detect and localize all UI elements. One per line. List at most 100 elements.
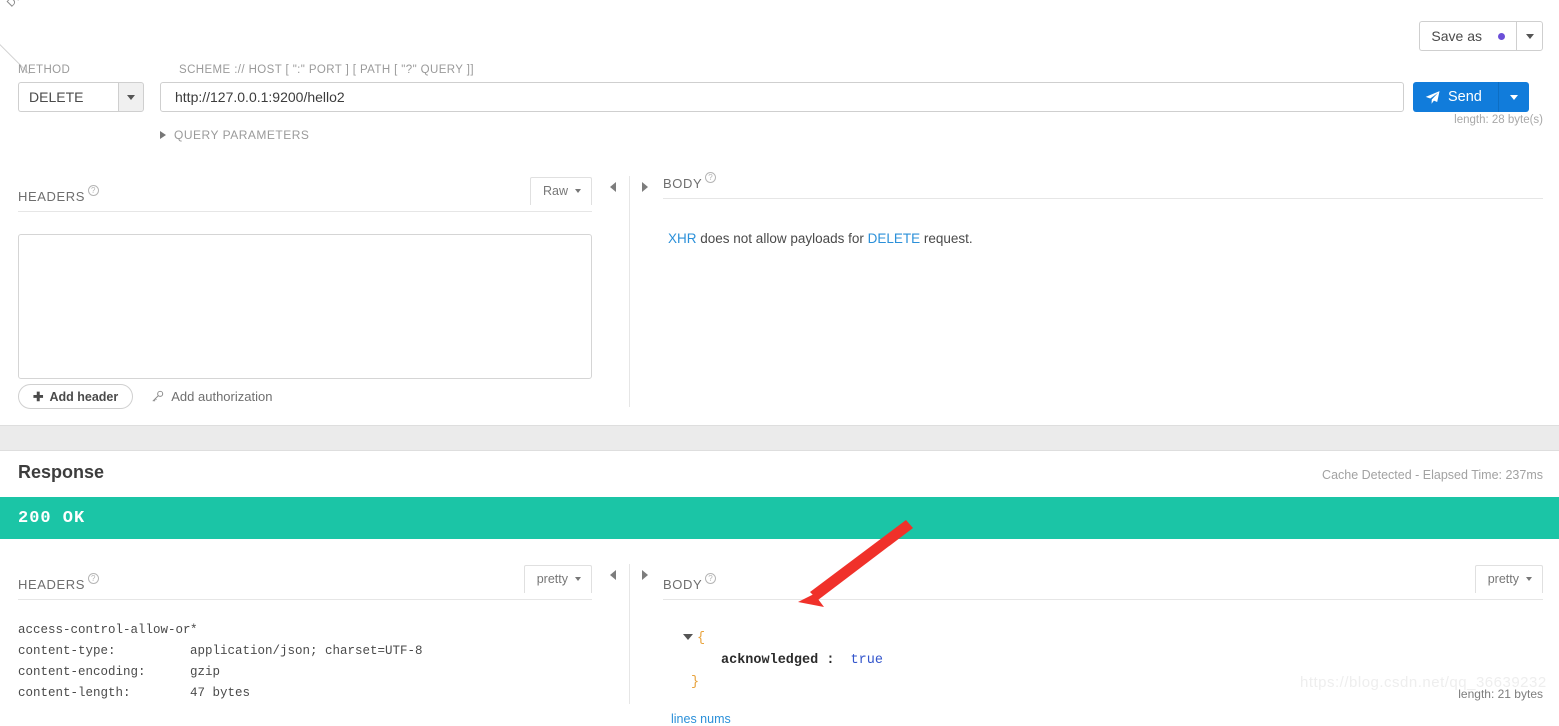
response-body-mode-button[interactable]: pretty [1475,565,1543,593]
response-status-text: 200 OK [18,509,85,528]
response-header-value: * [190,620,198,641]
xhr-payload-note: XHR does not allow payloads for DELETE r… [668,231,1543,246]
response-header-key: access-control-allow-ori… [18,620,190,641]
xhr-link[interactable]: XHR [668,231,697,246]
plus-icon: ✚ [33,389,43,404]
response-headers-title-group: HEADERS ? [18,577,99,592]
json-key: acknowledged [721,653,818,668]
response-body-panel: BODY ? pretty { acknowledged : true } li… [663,564,1543,726]
url-format-label: SCHEME :// HOST [ ":" PORT ] [ PATH [ "?… [179,64,474,76]
send-button[interactable]: Send [1413,82,1499,112]
save-as-label: Save as [1431,28,1482,44]
xhr-note-suffix: request. [920,231,973,246]
collapse-right-icon[interactable] [642,182,648,192]
add-authorization-label: Add authorization [171,389,272,404]
request-body-header: BODY ? [663,176,1543,199]
json-open-brace: { [697,631,705,646]
delete-method-link[interactable]: DELETE [868,231,921,246]
request-headers-textarea[interactable] [18,234,592,379]
chevron-down-icon [575,577,581,581]
unsaved-dot-icon [1498,33,1505,40]
response-headers-mode-button[interactable]: pretty [524,565,592,593]
help-icon[interactable]: ? [705,573,716,584]
response-body-title-group: BODY ? [663,577,716,592]
paper-plane-icon [1425,90,1440,105]
response-body-header: BODY ? pretty [663,564,1543,600]
collapse-left-icon[interactable] [610,182,616,192]
request-body-title: BODY [663,176,702,191]
cache-elapsed-info: Cache Detected - Elapsed Time: 237ms [1322,468,1543,482]
add-authorization-button[interactable]: Add authorization [151,389,272,404]
response-header-key: content-type: [18,641,190,662]
response-header-row: access-control-allow-ori…* [18,620,592,641]
help-icon[interactable]: ? [88,185,99,196]
request-body-title-group: BODY ? [663,176,716,191]
draft-ribbon: DRAFT [0,0,74,74]
send-dropdown-button[interactable] [1499,82,1529,112]
save-as-button[interactable]: Save as [1419,21,1516,51]
method-dropdown-button[interactable] [118,82,144,112]
response-headers-header: HEADERS ? pretty [18,564,592,600]
request-headers-title: HEADERS [18,189,85,204]
response-headers-table: access-control-allow-ori…*content-type:a… [18,620,592,704]
json-close-line: } [683,672,1543,694]
chevron-down-icon [575,189,581,193]
response-body-mode-label: pretty [1488,572,1519,586]
request-headers-mode-label: Raw [543,184,568,198]
response-headers-title: HEADERS [18,577,85,592]
add-header-label: Add header [49,390,118,404]
request-actions: ✚ Add header Add authorization [18,384,272,409]
json-close-brace: } [691,675,699,690]
response-body-title: BODY [663,577,702,592]
response-headers-panel: HEADERS ? pretty access-control-allow-or… [18,564,592,704]
response-headers-mode-label: pretty [537,572,568,586]
method-select[interactable]: DELETE [18,82,144,112]
request-headers-header: HEADERS ? Raw [18,176,592,212]
xhr-note-middle: does not allow payloads for [697,231,868,246]
response-header-value: application/json; charset=UTF-8 [190,641,423,662]
send-group: Send [1413,82,1529,112]
json-colon: : [826,653,834,668]
help-icon[interactable]: ? [88,573,99,584]
response-header-row: content-encoding:gzip [18,662,592,683]
json-open-line: { [683,628,1543,650]
response-title: Response [18,462,104,483]
chevron-down-icon [127,95,135,100]
collapse-left-icon[interactable] [610,570,616,580]
panel-divider [629,564,630,704]
response-json-viewer: { acknowledged : true } [683,628,1543,694]
chevron-down-icon [1510,95,1518,100]
chevron-right-icon [160,131,166,139]
request-headers-panel: HEADERS ? Raw [18,176,592,384]
response-header-key: content-length: [18,683,190,704]
query-parameters-label: QUERY PARAMETERS [174,128,309,142]
panel-divider [629,176,630,407]
response-header-value: 47 bytes [190,683,250,704]
request-headers-title-group: HEADERS ? [18,189,99,204]
send-label: Send [1448,89,1482,105]
save-as-dropdown-button[interactable] [1516,21,1543,51]
method-value: DELETE [18,82,118,112]
response-header-row: content-type:application/json; charset=U… [18,641,592,662]
json-property-line: acknowledged : true [683,650,1543,672]
collapse-node-icon[interactable] [683,634,693,640]
url-input[interactable] [160,82,1404,112]
save-as-group: Save as [1419,21,1543,51]
request-body-panel: BODY ? XHR does not allow payloads for D… [663,176,1543,246]
draft-ribbon-label: DRAFT [2,0,43,12]
request-headers-mode-button[interactable]: Raw [530,177,592,205]
response-status-bar: 200 OK [0,497,1559,539]
lines-nums-link[interactable]: lines nums [671,712,1543,726]
response-header-key: content-encoding: [18,662,190,683]
help-icon[interactable]: ? [705,172,716,183]
add-header-button[interactable]: ✚ Add header [18,384,133,409]
method-label: METHOD [18,64,70,76]
chevron-down-icon [1526,34,1534,39]
chevron-down-icon [1526,577,1532,581]
request-length: length: 28 byte(s) [1454,114,1543,126]
response-header-value: gzip [190,662,220,683]
response-length: length: 21 bytes [1458,687,1543,701]
query-parameters-toggle[interactable]: QUERY PARAMETERS [160,128,309,142]
collapse-right-icon[interactable] [642,570,648,580]
json-value: true [851,653,883,668]
